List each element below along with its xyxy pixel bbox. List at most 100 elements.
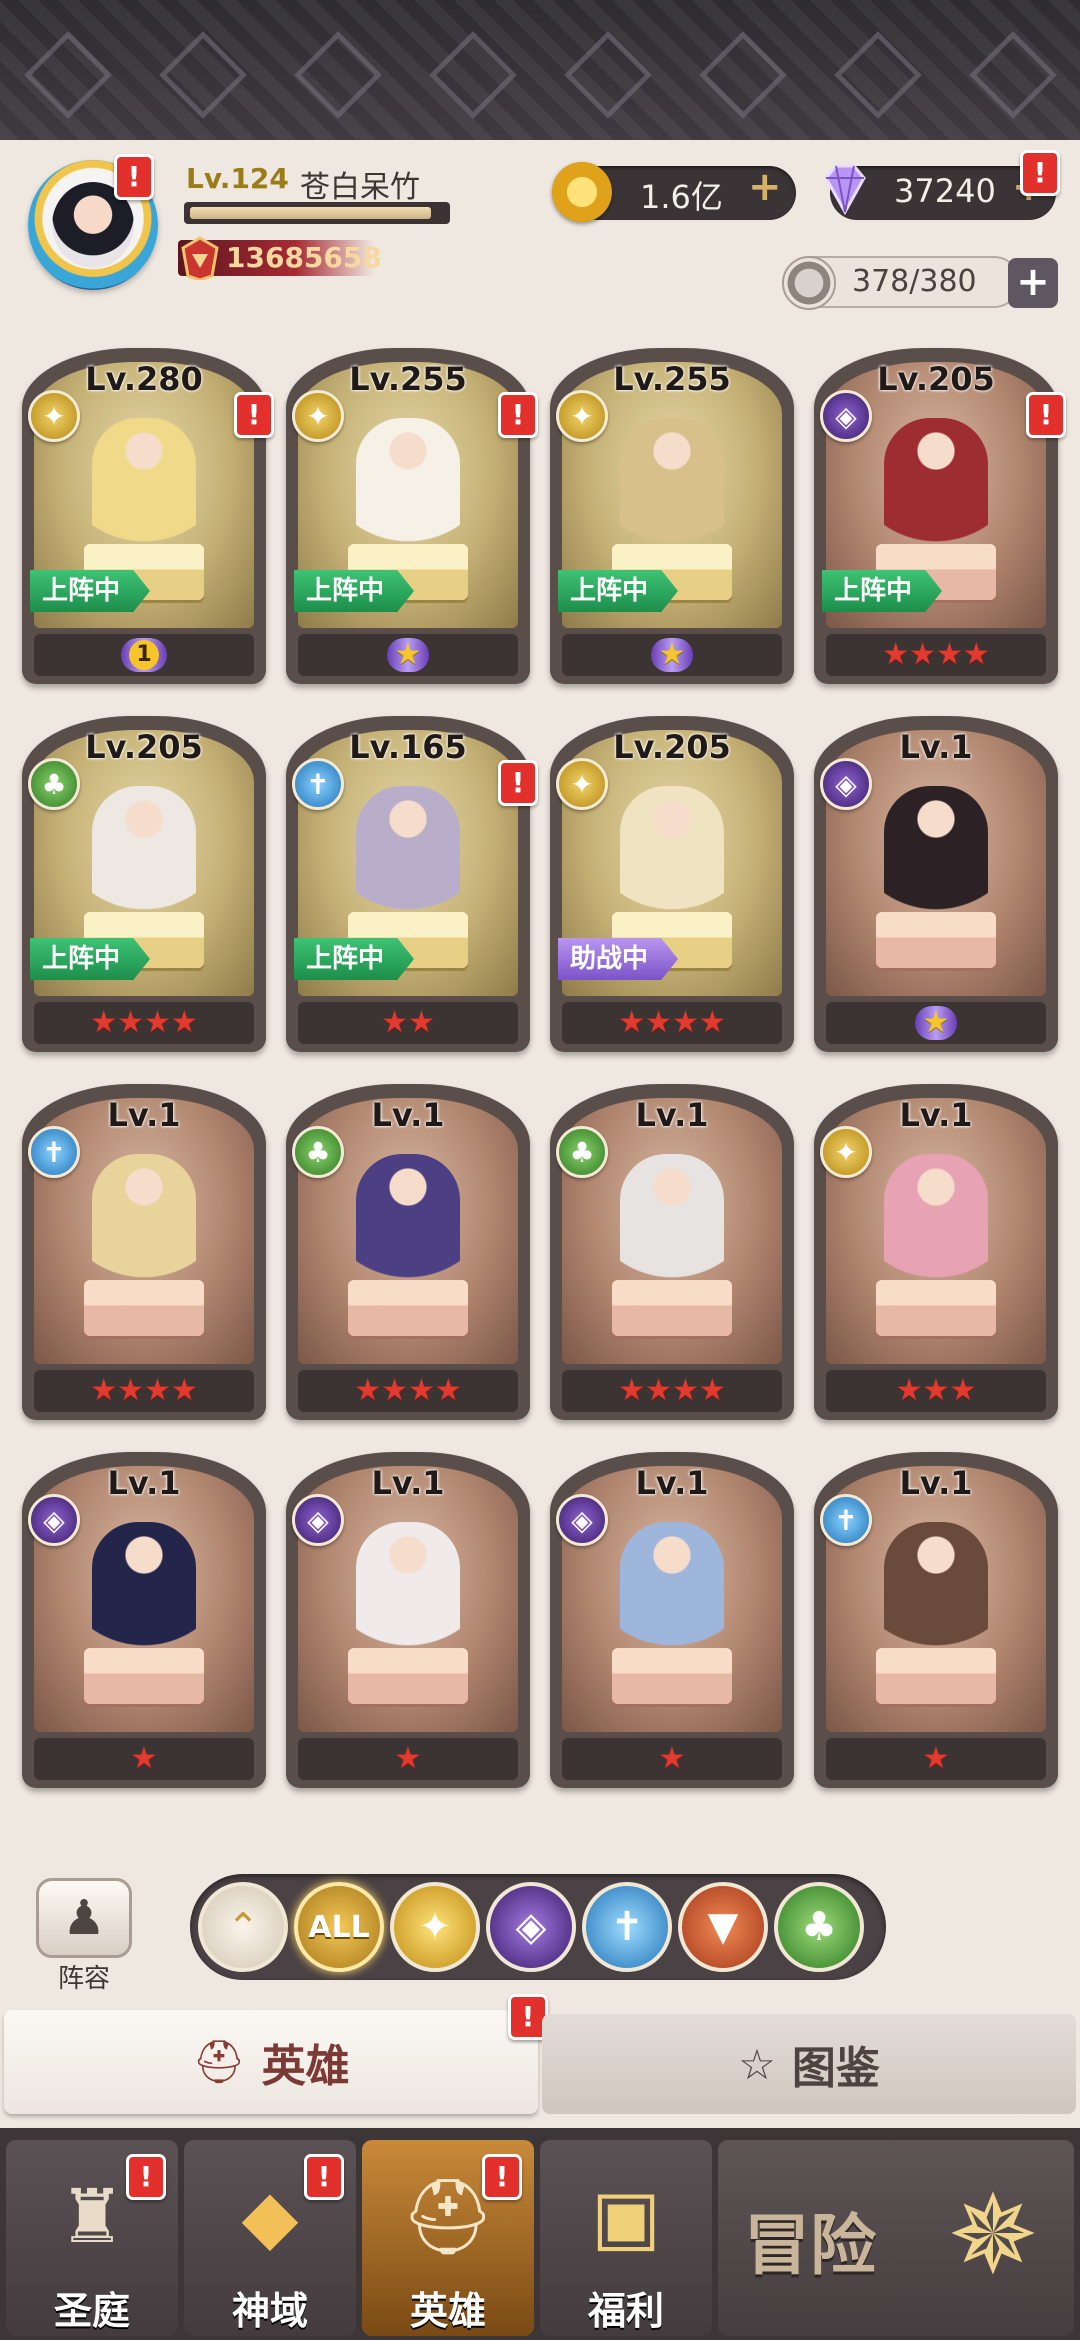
filter-beast-button[interactable]: ▼ [678, 1882, 768, 1972]
hero-card[interactable]: Lv.165 ✝! 上阵中 ★★ [286, 716, 538, 1052]
filter-all-button[interactable]: ALL [294, 1882, 384, 1972]
nav-welfare-label: 福利 [587, 2289, 664, 2333]
wolf-faction-icon: ▼ [707, 1904, 739, 1950]
hero-alert-badge: ! [234, 392, 274, 438]
hero-card[interactable]: Lv.1 ◈ ★ [814, 716, 1058, 1052]
hero-status-tag: 上阵中 [294, 570, 415, 612]
nature-faction-icon: ♣ [28, 758, 80, 810]
star-icon: ★★★★ [882, 637, 990, 672]
nav-adventure-label: 冒险 [744, 2207, 876, 2284]
hero-card[interactable]: Lv.1 ✦ ★★★ [814, 1084, 1058, 1420]
gem-alert-badge: ! [1020, 150, 1060, 196]
hero-star-rating: ★ [826, 1002, 1046, 1044]
hero-sprite [92, 1522, 196, 1672]
sort-up-button[interactable]: ⌃ [198, 1882, 288, 1972]
diamond-ornament [698, 31, 787, 119]
compass-icon: ✵ [946, 2171, 1040, 2299]
hero-star-rating: ★★★★ [298, 1370, 518, 1412]
nav-hero-alert-badge: ! [482, 2154, 522, 2200]
hero-card[interactable]: Lv.1 ◈ ★ [22, 1452, 266, 1788]
hero-sprite [620, 1522, 724, 1672]
hero-card[interactable]: Lv.1 ♣ ★★★★ [286, 1084, 530, 1420]
hero-star-rating: ★★★★ [826, 634, 1046, 676]
hero-status-tag: 助战中 [558, 938, 679, 980]
nature-faction-icon: ♣ [556, 1126, 608, 1178]
power-icon [181, 236, 219, 280]
hero-sprite [620, 786, 724, 936]
star-icon: ★★★ [895, 1373, 977, 1408]
hero-star-rating: ★★ [298, 1002, 518, 1044]
tab-collection[interactable]: ☆ 图鉴 [542, 2014, 1076, 2114]
add-capacity-button[interactable]: + [1008, 258, 1058, 308]
filter-dark-button[interactable]: ◈ [486, 1882, 576, 1972]
nav-sanctuary-alert-badge: ! [126, 2154, 166, 2200]
hero-card[interactable]: Lv.1 ♣ ★★★★ [550, 1084, 794, 1420]
lineup-label: 阵容 [57, 1964, 110, 1994]
hero-sprite [92, 418, 196, 568]
star-icon: ★ [922, 1005, 950, 1040]
hero-status-tag: 上阵中 [558, 570, 679, 612]
hero-sprite [356, 786, 460, 936]
hero-sprite [884, 786, 988, 936]
diamond-gem-icon [824, 164, 866, 216]
dark-faction-icon: ◈ [292, 1494, 344, 1546]
hero-card[interactable]: Lv.1 ◈ ★ [550, 1452, 794, 1788]
avatar-alert-badge: ! [114, 154, 154, 200]
hero-star-rating: ★★★★ [34, 1370, 254, 1412]
diamond-ornament [833, 31, 922, 119]
hero-card[interactable]: Lv.1 ◈ ★ [286, 1452, 530, 1788]
add-gold-button[interactable]: + [748, 164, 782, 210]
capacity-icon [782, 256, 836, 310]
filter-light-button[interactable]: ✦ [390, 1882, 480, 1972]
hero-star-rating: ★★★ [826, 1370, 1046, 1412]
hero-star-rating: ★ [298, 634, 518, 676]
power-value: 13685658 [226, 241, 382, 274]
tree-faction-icon: ♣ [801, 1904, 837, 1950]
hero-card[interactable]: Lv.280 ✦! 上阵中 1 [22, 348, 274, 684]
hero-card[interactable]: Lv.205 ✦ 助战中 ★★★★ [550, 716, 794, 1052]
hero-sprite [620, 1154, 724, 1304]
tab-hero-label: 英雄 [261, 2041, 350, 2092]
hero-star-rating: ★★★★ [34, 1002, 254, 1044]
diamond-ornament [968, 31, 1057, 119]
hero-card[interactable]: Lv.205 ◈! 上阵中 ★★★★ [814, 348, 1066, 684]
star-icon: ★★★★ [90, 1005, 198, 1040]
nav-divine[interactable]: ◆ ! 神域 [184, 2140, 356, 2336]
hero-sprite [356, 1154, 460, 1304]
awakening-wing-badge: ★ [386, 638, 430, 672]
hero-sprite [884, 1522, 988, 1672]
nav-welfare[interactable]: ▣ 福利 [540, 2140, 712, 2336]
star-icon: ★ [922, 1741, 950, 1776]
hero-card[interactable]: Lv.255 ✦ 上阵中 ★ [550, 348, 794, 684]
filter-nature-button[interactable]: ♣ [774, 1882, 864, 1972]
hero-card[interactable]: Lv.1 ✝ ★★★★ [22, 1084, 266, 1420]
lineup-button[interactable]: ♟ 阵容 [36, 1878, 132, 1994]
nav-divine-label: 神域 [231, 2289, 308, 2333]
nav-hero[interactable]: ⛑ ! 英雄 [362, 2140, 534, 2336]
treasure-chest-icon: ▣ [591, 2174, 661, 2260]
nav-sanctuary[interactable]: ♜ ! 圣庭 [6, 2140, 178, 2336]
hero-star-rating: ★ [298, 1738, 518, 1780]
tab-hero[interactable]: ⛑ 英雄 [4, 2010, 538, 2114]
hero-alert-badge: ! [1026, 392, 1066, 438]
hero-card[interactable]: Lv.1 ✝ ★ [814, 1452, 1058, 1788]
holy-faction-icon: ✝ [28, 1126, 80, 1178]
star-icon: ★★★★ [90, 1373, 198, 1408]
light-faction-icon: ✦ [28, 390, 80, 442]
hero-card[interactable]: Lv.255 ✦! 上阵中 ★ [286, 348, 538, 684]
filter-holy-button[interactable]: ✝ [582, 1882, 672, 1972]
diamond-ornament [293, 31, 382, 119]
hero-sprite [92, 1154, 196, 1304]
holy-faction-icon: ✝ [292, 758, 344, 810]
hero-star-rating: ★ [34, 1738, 254, 1780]
faction-filter-bar: ⌃ ALL ✦ ◈ ✝ ▼ ♣ [190, 1874, 886, 1980]
holy-faction-icon: ✝ [820, 1494, 872, 1546]
player-avatar[interactable]: ! [10, 150, 170, 300]
hero-card[interactable]: Lv.205 ♣ 上阵中 ★★★★ [22, 716, 266, 1052]
star-icon: ★★★★ [618, 1005, 726, 1040]
hero-sprite [620, 418, 724, 568]
chevron-up-icon: ⌃ [227, 1905, 259, 1949]
hero-status-tag: 上阵中 [30, 570, 151, 612]
dark-faction-icon: ◈ [820, 758, 872, 810]
star-icon: ★ [658, 1741, 686, 1776]
